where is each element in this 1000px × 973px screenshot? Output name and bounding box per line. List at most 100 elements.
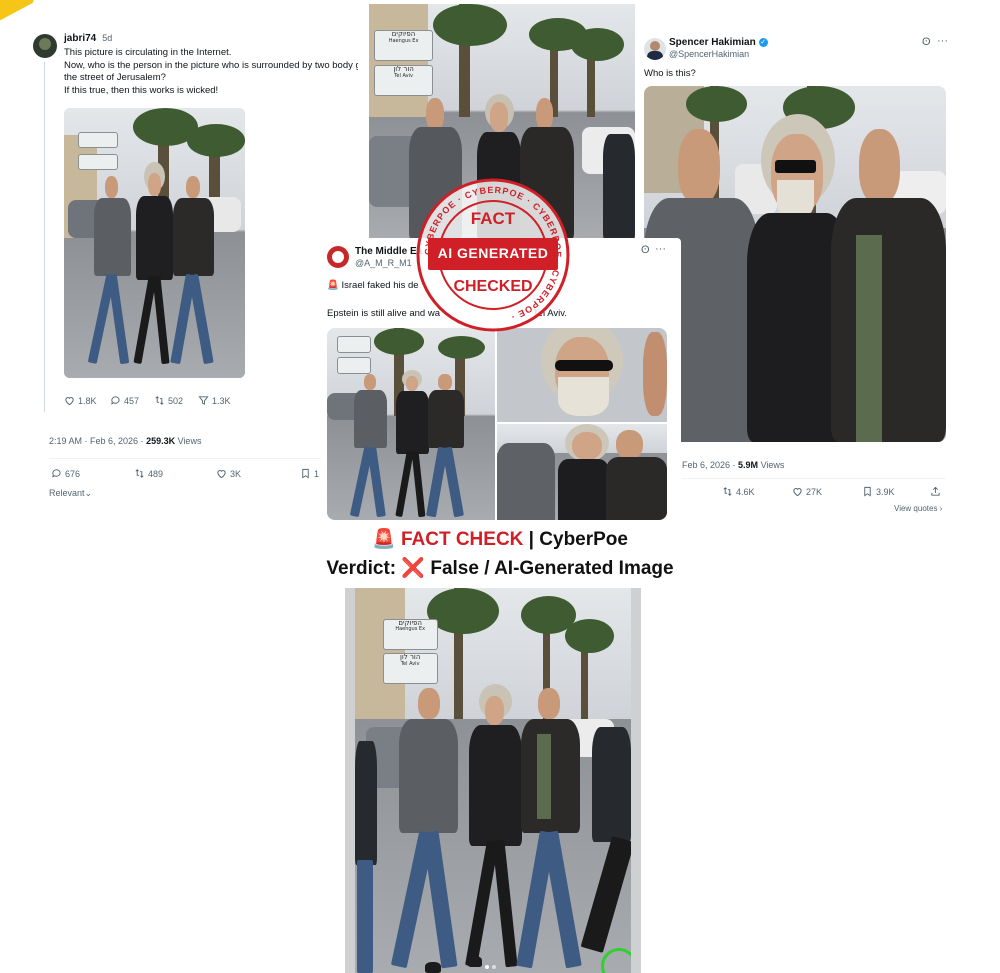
stamp-top-text: FACT xyxy=(470,209,516,228)
user-handle[interactable]: @SpencerHakimian xyxy=(669,49,749,59)
reply-icon xyxy=(111,396,120,405)
tweet-photo-group[interactable] xyxy=(497,424,667,520)
repost-action-value: 489 xyxy=(148,468,164,479)
tweet-timestamp: Feb 6, 2026 · xyxy=(682,460,739,470)
siren-icon: 🚨 xyxy=(372,529,396,550)
views-count[interactable]: 1.3K xyxy=(198,395,231,406)
tweet-card-jabri74: jabri74 5d This picture is circulating i… xyxy=(28,26,358,506)
street-sign-latin: Haengus Ex xyxy=(395,626,426,633)
repost-icon xyxy=(723,487,732,496)
verdict-text: False / AI-Generated Image xyxy=(430,558,674,579)
reply-icon xyxy=(52,469,61,478)
tweet-photo[interactable] xyxy=(644,86,946,442)
bookmark-action-value: 3.9K xyxy=(876,486,895,497)
tweet-text-line-1: 🚨 Israel faked his de xyxy=(327,280,419,293)
filter-icon xyxy=(198,396,209,405)
more-options-icon[interactable]: ··· xyxy=(937,35,948,47)
like-action[interactable]: 27K xyxy=(792,486,822,497)
chevron-down-icon: ⌄ xyxy=(84,488,93,498)
tweet-photo-left[interactable] xyxy=(327,328,495,520)
grok-icon[interactable]: ʘ xyxy=(641,244,650,256)
repost-action[interactable]: 4.6K xyxy=(722,486,755,497)
stamp-middle-text: AI GENERATED xyxy=(437,245,549,261)
like-action-value: 27K xyxy=(806,486,823,497)
street-sign-city: Tel Aviv xyxy=(400,661,420,668)
heart-icon xyxy=(65,397,74,406)
views-label: Views xyxy=(758,460,785,470)
divider xyxy=(682,478,946,479)
tweet-photo[interactable] xyxy=(64,108,245,378)
tweet-line: If this true, then this works is wicked! xyxy=(64,84,219,96)
user-name[interactable]: The Middle Ea xyxy=(355,246,422,257)
repost-action[interactable]: 489 xyxy=(134,468,163,479)
street-photo-bottom[interactable]: הפיוקים Haengus Ex הור לון Tel Aviv xyxy=(345,588,641,973)
like-action-value: 3K xyxy=(230,468,242,479)
fact-check-label: FACT CHECK xyxy=(400,529,524,550)
bookmark-action[interactable]: 3.9K xyxy=(862,486,895,497)
views-total: 259.3K xyxy=(146,436,176,446)
reply-value: 457 xyxy=(124,395,140,406)
user-name[interactable]: Spencer Hakimian xyxy=(669,37,756,48)
sort-dropdown[interactable]: Relevant⌄ xyxy=(49,488,92,499)
view-quotes-link[interactable]: View quotes › xyxy=(894,504,942,513)
verdict-heading: Verdict: ❌ False / AI-Generated Image xyxy=(0,556,1000,580)
tweet-card-spencer: Spencer Hakimian ✓ @SpencerHakimian ʘ ··… xyxy=(636,30,956,518)
bookmark-action[interactable]: 1 xyxy=(300,468,319,479)
repost-action-value: 4.6K xyxy=(736,486,755,497)
tweet-meta: Feb 6, 2026 · 5.9M Views xyxy=(682,460,784,470)
verdict-label: Verdict: xyxy=(326,558,402,579)
bookmark-icon xyxy=(864,486,871,497)
sort-label: Relevant xyxy=(49,488,85,498)
reply-count[interactable]: 457 xyxy=(110,395,139,406)
views-total: 5.9M xyxy=(738,460,759,470)
bookmark-icon xyxy=(302,468,309,479)
more-options-icon[interactable]: ··· xyxy=(655,243,666,255)
post-age: 5d xyxy=(102,33,113,43)
tweet-meta: 2:19 AM · Feb 6, 2026 · 259.3K Views xyxy=(49,436,201,446)
corner-badge xyxy=(0,0,35,27)
repost-icon xyxy=(135,469,144,478)
repost-count[interactable]: 502 xyxy=(154,395,183,406)
repost-icon xyxy=(155,396,164,405)
tweet-line: the street of Jerusalem? xyxy=(64,72,166,83)
stamp-bottom-text: CHECKED xyxy=(453,278,533,295)
divider xyxy=(49,458,349,459)
like-value: 1.8K xyxy=(78,395,97,406)
like-action[interactable]: 3K xyxy=(216,468,241,479)
user-handle[interactable]: @A_M_R_M1 xyxy=(355,258,412,268)
share-action[interactable] xyxy=(930,486,941,497)
reply-action-value: 676 xyxy=(65,468,81,479)
share-icon xyxy=(931,486,940,496)
reply-action[interactable]: 676 xyxy=(51,468,80,479)
grok-icon[interactable]: ʘ xyxy=(922,36,931,48)
avatar[interactable] xyxy=(327,246,349,268)
highlight-circle xyxy=(601,948,631,973)
fact-check-heading: 🚨 FACT CHECK | CyberPoe xyxy=(0,527,1000,551)
cross-icon: ❌ xyxy=(401,558,426,579)
like-count[interactable]: 1.8K xyxy=(64,395,97,406)
siren-icon: 🚨 xyxy=(327,280,339,291)
avatar[interactable] xyxy=(644,38,666,60)
ai-generated-stamp: CYBERPOE · CYBERPOE · CYBERPOE · CYBERPO… xyxy=(416,178,570,332)
thread-line xyxy=(44,62,45,412)
bookmark-action-value: 1 xyxy=(314,468,320,479)
heading-separator: | xyxy=(523,529,540,550)
tweet-text: This picture is circulating in the Inter… xyxy=(64,47,358,97)
user-name[interactable]: jabri74 xyxy=(64,33,96,44)
brand-name: CyberPoe xyxy=(539,529,628,550)
tweet-line: This picture is circulating in the Inter… xyxy=(64,47,232,58)
heart-icon xyxy=(217,470,226,479)
tweet-line: Israel faked his de xyxy=(341,280,419,291)
views-value: 1.3K xyxy=(212,395,231,406)
repost-value: 502 xyxy=(168,395,184,406)
avatar[interactable] xyxy=(33,34,57,58)
page-indicator[interactable] xyxy=(485,965,496,969)
tweet-photo-closeup[interactable] xyxy=(497,328,667,422)
views-label: Views xyxy=(175,436,202,446)
street-sign-latin: Haengus Ex xyxy=(388,37,419,44)
tweet-text: Who is this? xyxy=(644,68,696,79)
heart-icon xyxy=(793,488,802,497)
street-sign-city: Tel Aviv xyxy=(394,73,413,80)
verified-badge-icon: ✓ xyxy=(758,38,768,47)
tweet-timestamp: 2:19 AM · Feb 6, 2026 · xyxy=(49,436,147,446)
